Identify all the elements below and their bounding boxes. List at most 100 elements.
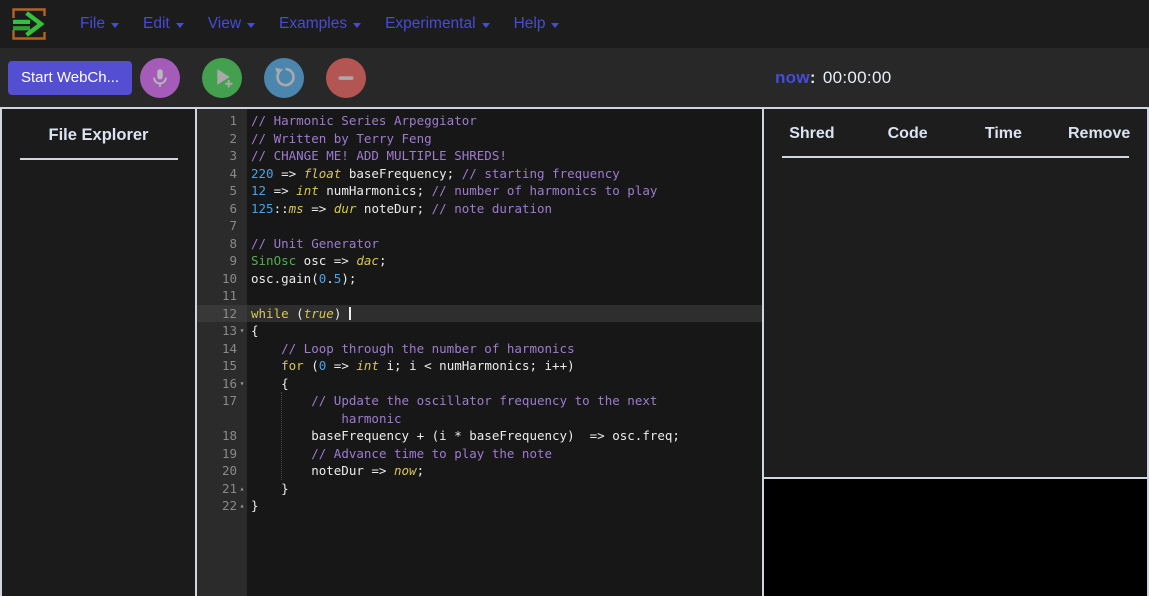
replay-icon [272, 66, 296, 90]
token-cm: // CHANGE ME! ADD MULTIPLE SHREDS! [251, 148, 507, 163]
line-number: 14 [222, 340, 237, 358]
code-line-wrap[interactable]: harmonic [197, 410, 762, 428]
gutter-cell: 21▴ [197, 480, 247, 498]
microphone-button[interactable] [140, 58, 180, 98]
line-number: 1 [229, 112, 237, 130]
code-line-10[interactable]: 10osc.gain(0.5); [197, 270, 762, 288]
code-line-8[interactable]: 8 // Unit Generator [197, 235, 762, 253]
code-text: for (0 => int i; i < numHarmonics; i++) [247, 357, 762, 375]
code-line-9[interactable]: 9SinOsc osc => dac; [197, 252, 762, 270]
minus-icon [334, 66, 358, 90]
gutter-cell: 7 [197, 217, 247, 235]
chevron-down-icon [551, 23, 559, 28]
line-number: 15 [222, 357, 237, 375]
token-cm: // starting frequency [462, 166, 620, 181]
fold-open-icon[interactable]: ▾ [237, 375, 247, 393]
code-line-3[interactable]: 3// CHANGE ME! ADD MULTIPLE SHREDS! [197, 147, 762, 165]
menu-file[interactable]: File [80, 15, 119, 33]
code-editor[interactable]: 1 // Harmonic Series Arpeggiator 2// Writt… [197, 109, 762, 596]
now-label: now [775, 68, 810, 87]
fold-closed-icon[interactable]: ▴ [237, 480, 247, 498]
fold-open-icon[interactable]: ▾ [237, 322, 247, 340]
token-type: dac [356, 253, 379, 268]
text-cursor [349, 307, 351, 320]
code-line-16[interactable]: 16▾ { [197, 375, 762, 393]
gutter-cell: 12 [197, 305, 247, 323]
token-cm: // Unit Generator [251, 236, 379, 251]
line-number: 12 [222, 305, 237, 323]
menu-help[interactable]: Help [514, 15, 560, 33]
token-num: 12 [251, 183, 266, 198]
code-text: // Harmonic Series Arpeggiator [247, 112, 762, 130]
menu-experimental-label: Experimental [385, 15, 475, 33]
play-shred-button[interactable] [202, 58, 242, 98]
menu-examples[interactable]: Examples [279, 15, 361, 33]
time-value: 00:00:00 [823, 68, 892, 87]
code-text: } [247, 480, 762, 498]
code-line-15[interactable]: 15 for (0 => int i; i < numHarmonics; i+… [197, 357, 762, 375]
code-line-22[interactable]: 22▴} [197, 497, 762, 515]
token-kw: while [251, 306, 289, 321]
code-line-19[interactable]: 19 // Advance time to play the note [197, 445, 762, 463]
line-number: 21 [222, 480, 237, 498]
code-line-13[interactable]: 13▾{ [197, 322, 762, 340]
start-webchuck-button[interactable]: Start WebCh... [8, 61, 132, 95]
remove-shred-button[interactable] [326, 58, 366, 98]
code-line-4[interactable]: 4220 => float baseFrequency; // starting… [197, 165, 762, 183]
gutter-cell: 22▴ [197, 497, 247, 515]
token-cm: harmonic [341, 411, 401, 426]
token-pl: noteDur; [356, 201, 431, 216]
shred-table-divider [782, 156, 1129, 158]
line-number: 6 [229, 200, 237, 218]
gutter-cell: 8 [197, 235, 247, 253]
token-pl: { [251, 323, 259, 338]
code-line-11[interactable]: 11 [197, 287, 762, 305]
token-kw: for [281, 358, 304, 373]
code-line-2[interactable]: 2// Written by Terry Feng [197, 130, 762, 148]
token-pl [251, 393, 311, 408]
gutter-cell: 4 [197, 165, 247, 183]
code-line-5[interactable]: 512 => int numHarmonics; // number of ha… [197, 182, 762, 200]
play-plus-icon [210, 65, 235, 90]
code-text: noteDur => now; [247, 462, 762, 480]
token-pl: } [251, 481, 289, 496]
chevron-down-icon [353, 23, 361, 28]
gutter-cell: 14 [197, 340, 247, 358]
code-line-17[interactable]: 17 // Update the oscillator frequency to… [197, 392, 762, 410]
code-line-14[interactable]: 14 // Loop through the number of harmoni… [197, 340, 762, 358]
gutter-cell: 2 [197, 130, 247, 148]
line-number: 16 [222, 375, 237, 393]
token-type: float [304, 166, 342, 181]
token-pl: ( [289, 306, 304, 321]
token-pl: baseFrequency + (i * baseFrequency) => o… [251, 428, 680, 443]
token-pl: numHarmonics; [319, 183, 432, 198]
token-pl: ) [334, 306, 349, 321]
main-area: File Explorer 1// Harmonic Series Arpegg… [0, 107, 1149, 596]
code-line-18[interactable]: 18 baseFrequency + (i * baseFrequency) =… [197, 427, 762, 445]
gutter-cell: 17 [197, 392, 247, 410]
replace-shred-button[interactable] [264, 58, 304, 98]
code-line-21[interactable]: 21▴ } [197, 480, 762, 498]
line-number: 4 [229, 165, 237, 183]
token-cm: // Harmonic Series Arpeggiator [251, 113, 477, 128]
now-separator: : [810, 68, 816, 87]
code-line-1[interactable]: 1 // Harmonic Series Arpeggiator [197, 112, 762, 130]
line-number: 7 [229, 217, 237, 235]
code-line-12[interactable]: 12while (true) [197, 305, 762, 323]
menu-edit-label: Edit [143, 15, 170, 33]
line-number: 5 [229, 182, 237, 200]
menu-edit[interactable]: Edit [143, 15, 184, 33]
token-pl: osc.gain( [251, 271, 319, 286]
code-text: // Advance time to play the note [247, 445, 762, 463]
token-pl: ( [304, 358, 319, 373]
menu-view[interactable]: View [208, 15, 255, 33]
code-line-7[interactable]: 7 [197, 217, 762, 235]
menu-examples-label: Examples [279, 15, 347, 33]
fold-closed-icon[interactable]: ▴ [237, 497, 247, 515]
code-text: // CHANGE ME! ADD MULTIPLE SHREDS! [247, 147, 762, 165]
code-line-6[interactable]: 6125::ms => dur noteDur; // note duratio… [197, 200, 762, 218]
menu-experimental[interactable]: Experimental [385, 15, 489, 33]
code-line-20[interactable]: 20 noteDur => now; [197, 462, 762, 480]
token-pl: => [266, 183, 296, 198]
visualizer-canvas [764, 479, 1147, 596]
